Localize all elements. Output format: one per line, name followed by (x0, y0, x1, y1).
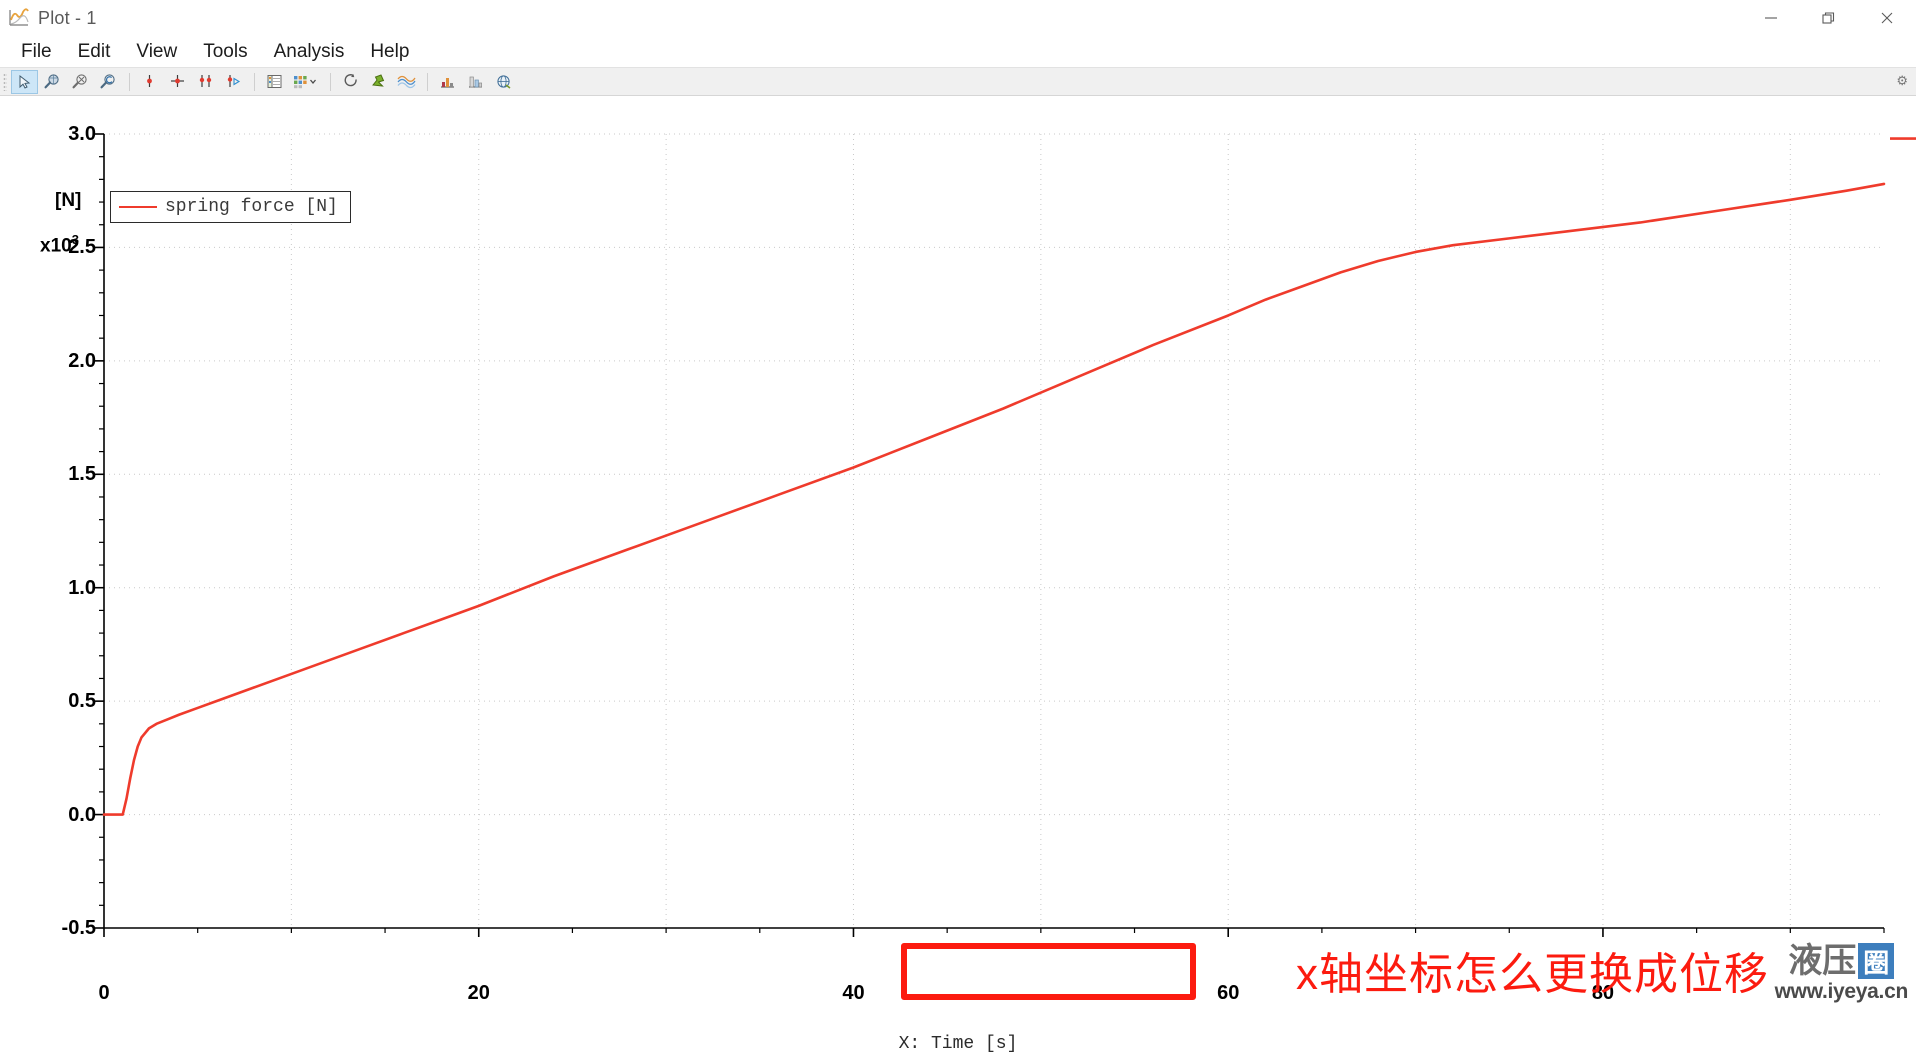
watermark-badge: 圈 (1858, 943, 1895, 979)
x-tick-label: 60 (1217, 982, 1240, 1004)
menu-analysis[interactable]: Analysis (261, 39, 358, 65)
cursor-play-tool[interactable] (220, 70, 247, 94)
y-axis-tick-labels: -0.5 0.0 0.5 1.0 1.5 2.0 2.5 3.0 (0, 96, 96, 1006)
y-tick-label: 0.5 (68, 690, 96, 713)
y-tick-label: 2.0 (68, 349, 96, 372)
refresh-tool[interactable] (337, 70, 364, 94)
x-tick-label: 0 (98, 982, 110, 1004)
watermark: 液压 圈 www.iyeya.cn (1775, 943, 1908, 1004)
export-tool[interactable] (490, 70, 517, 94)
window-controls (1742, 0, 1916, 36)
grid-layer (104, 133, 1884, 928)
watermark-logo-row: 液压 圈 (1775, 943, 1908, 979)
maximize-restore-button[interactable] (1800, 0, 1858, 36)
axes-frame (103, 134, 1884, 929)
statistics-tool[interactable] (462, 70, 489, 94)
watermark-url: www.iyeya.cn (1774, 980, 1909, 1003)
select-arrow-tool[interactable] (11, 69, 38, 94)
single-cursor-tool[interactable] (136, 70, 163, 94)
toolbar-separator (254, 72, 255, 91)
zoom-previous-tool[interactable] (95, 70, 122, 94)
x-tick-label: 40 (842, 982, 865, 1004)
plot-canvas[interactable]: [N] x103 spring force [N] -0.5 0.0 0.5 1.0 1… (0, 96, 1916, 1054)
legend-entry-spring-force: spring force [N] (165, 197, 338, 217)
cross-cursor-tool[interactable] (164, 70, 191, 94)
x-axis-title: X: Time [s] (898, 1034, 1018, 1054)
red-annotation-box (901, 943, 1196, 1000)
window-titlebar: Plot - 1 (0, 0, 1916, 37)
chart-legend[interactable]: spring force [N] (110, 191, 351, 223)
toolbar-separator (427, 72, 428, 91)
curves-tool[interactable] (393, 70, 420, 94)
menubar: File Edit View Tools Analysis Help (0, 37, 1916, 67)
x-tick-label: 20 (467, 982, 490, 1004)
toolbar-separator (129, 72, 130, 91)
zoom-window-tool[interactable] (39, 70, 66, 94)
toolbar: ⚙ (0, 67, 1916, 96)
toolbar-separator (330, 72, 331, 91)
close-button[interactable] (1858, 0, 1916, 36)
grid-layout-tool[interactable] (289, 70, 323, 94)
menu-edit[interactable]: Edit (65, 39, 124, 65)
watermark-cn-text: 液压 (1788, 941, 1857, 981)
window-title: Plot - 1 (38, 7, 97, 28)
y-tick-label: 1.0 (68, 576, 96, 599)
settings-small-icon[interactable]: ⚙ (1896, 73, 1908, 89)
pin-plot-tool[interactable] (365, 70, 392, 94)
data-table-tool[interactable] (261, 70, 288, 94)
menu-file[interactable]: File (8, 39, 65, 65)
legend-line-swatch (119, 206, 157, 208)
y-tick-label: -0.5 (61, 917, 96, 939)
menu-tools[interactable]: Tools (190, 39, 260, 65)
series-layer (102, 137, 1916, 816)
red-annotation-text: x轴坐标怎么更换成位移 (1296, 950, 1769, 999)
series-line-0 (102, 182, 1886, 816)
y-tick-label: 1.5 (68, 463, 96, 486)
plot-chart-icon (8, 7, 30, 29)
dual-cursor-tool[interactable] (192, 70, 219, 94)
menu-help[interactable]: Help (357, 39, 422, 65)
y-tick-label: 2.5 (68, 236, 96, 259)
minimize-button[interactable] (1742, 0, 1800, 36)
ticks-layer (95, 133, 1885, 937)
zoom-out-tool[interactable] (67, 70, 94, 94)
histogram-tool[interactable] (434, 70, 461, 94)
menu-view[interactable]: View (123, 39, 190, 65)
toolbar-grip[interactable] (3, 72, 7, 91)
plot-svg (95, 133, 1916, 937)
y-tick-label: 3.0 (68, 123, 96, 145)
y-tick-label: 0.0 (68, 803, 96, 826)
